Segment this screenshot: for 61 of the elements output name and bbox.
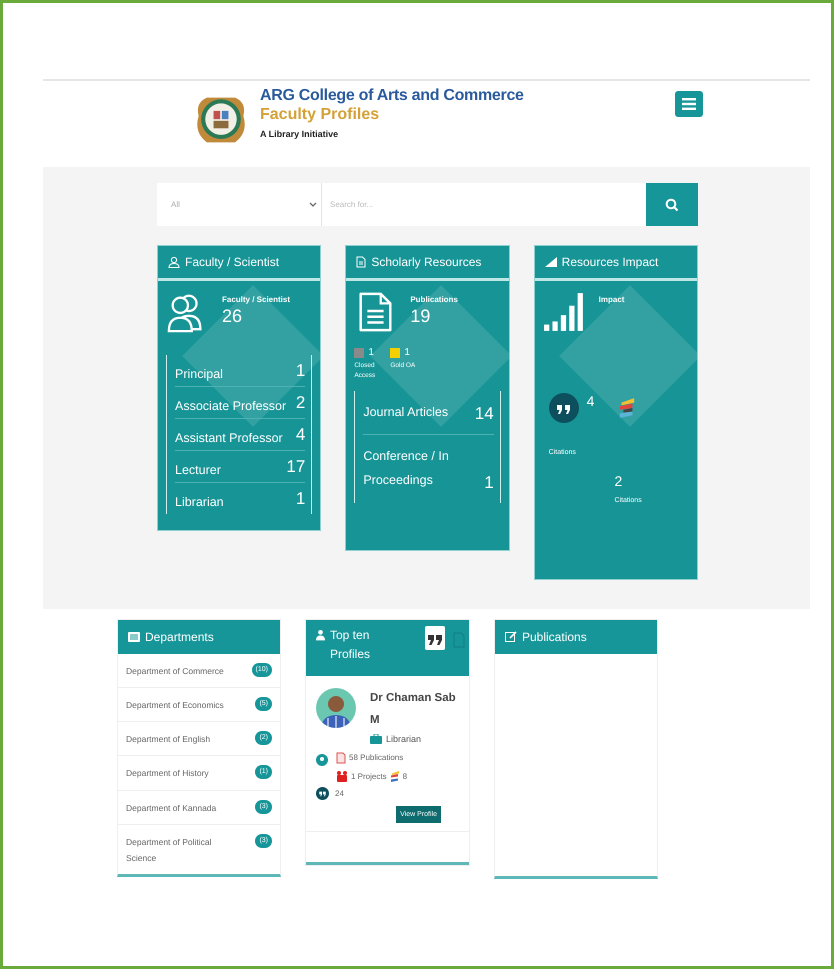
document-icon <box>356 256 366 268</box>
projects-count: 1 Projects <box>351 772 387 781</box>
type-label: Journal Articles <box>363 404 450 420</box>
stripes-icon <box>618 397 636 419</box>
role-count: 17 <box>286 457 306 477</box>
role-count: 4 <box>296 425 306 445</box>
signal-icon <box>544 257 557 267</box>
access-count: 1 <box>368 347 374 358</box>
metric-value: 2 <box>614 473 622 489</box>
profile-role: Librarian <box>386 734 422 744</box>
signal-bars-icon <box>542 291 585 333</box>
role-label: Assistant Professor <box>175 431 283 445</box>
quote-icon <box>427 634 443 646</box>
tagline: A Library Initiative <box>260 129 340 139</box>
edit-icon <box>505 631 517 643</box>
panel-title: Departments <box>145 630 214 644</box>
type-count: 14 <box>474 404 494 424</box>
stat-label: Faculty / Scientist <box>222 295 290 304</box>
role-label: Associate Professor <box>175 399 286 413</box>
role-label: Librarian <box>175 495 224 509</box>
quote-icon <box>316 786 329 800</box>
panel-title: Publications <box>522 630 587 644</box>
search-button[interactable] <box>646 183 698 226</box>
briefcase-icon <box>370 734 382 744</box>
type-count: 1 <box>484 472 494 493</box>
profile-name: Dr Chaman Sab M <box>370 691 457 728</box>
role-count: 2 <box>296 393 306 413</box>
citations-count: 24 <box>335 788 344 798</box>
pdf-icon <box>336 752 346 764</box>
profile-tab[interactable] <box>425 626 445 650</box>
role-count: 1 <box>296 361 306 381</box>
publications-count: 58 Publications <box>349 753 404 762</box>
role-label: Principal <box>175 367 223 381</box>
panel-title: Top ten Profiles <box>330 627 372 664</box>
stat-value: 26 <box>222 306 244 327</box>
metric-value: 4 <box>586 393 594 409</box>
group-icon <box>336 770 348 782</box>
stripes-count: 8 <box>402 772 408 781</box>
type-label: Conference / In Proceedings <box>363 448 450 489</box>
user-icon <box>316 629 325 641</box>
chevron-down-icon <box>309 202 317 207</box>
menu-button[interactable] <box>675 91 703 117</box>
card-title: Scholarly Resources <box>371 255 482 269</box>
search-icon <box>665 198 679 212</box>
role-label: Lecturer <box>175 463 221 477</box>
list-icon <box>128 632 140 642</box>
card-title: Faculty / Scientist <box>185 255 280 269</box>
quote-icon <box>548 393 579 423</box>
user-icon <box>168 256 180 268</box>
site-title: Faculty Profiles <box>260 106 380 124</box>
access-count: 1 <box>404 347 410 358</box>
stat-value: 19 <box>410 306 432 327</box>
card-title: Resources Impact <box>562 255 658 269</box>
menu-icon <box>682 98 696 110</box>
document-icon <box>453 632 465 648</box>
role-count: 1 <box>296 489 306 509</box>
college-name: ARG College of Arts and Commerce <box>260 87 525 105</box>
search-field[interactable]: Search for... <box>322 183 646 226</box>
stat-label: Publications <box>410 295 458 304</box>
stat-label: Impact <box>598 295 624 304</box>
stripes-icon <box>390 770 400 783</box>
